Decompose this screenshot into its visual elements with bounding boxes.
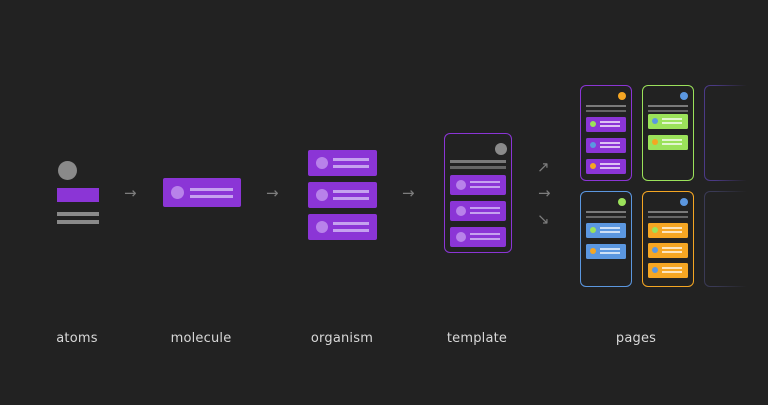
arrow-right-icon: → (266, 184, 279, 202)
arrow-down-right-icon: ↘ (537, 210, 550, 228)
atom-line-top (57, 212, 99, 216)
template-card-line (470, 207, 500, 209)
template-header-line (450, 160, 506, 163)
organism-avatar (316, 221, 328, 233)
label-atoms: atoms (56, 331, 98, 346)
arrow-right-icon: → (124, 184, 137, 202)
page-header-line (586, 216, 626, 218)
organism-avatar (316, 157, 328, 169)
template-card-avatar (456, 232, 466, 242)
page-card (586, 223, 626, 238)
page-card (648, 243, 688, 258)
template-card-line (470, 233, 500, 235)
template-card-line (470, 186, 500, 188)
edge-fade (715, 80, 768, 295)
page-header-line (586, 105, 626, 107)
organism-line (333, 190, 369, 193)
organism-line (333, 229, 369, 232)
organism-line (333, 197, 369, 200)
atom-line-bottom (57, 220, 99, 224)
molecule-card (163, 178, 241, 207)
template-card (450, 227, 506, 247)
organism-line (333, 222, 369, 225)
page-purple (580, 85, 632, 181)
organism-line (333, 165, 369, 168)
page-card (648, 135, 688, 150)
page-header-line (586, 110, 626, 112)
label-organism: organism (310, 331, 374, 346)
page-header-line (648, 105, 688, 107)
organism-avatar (316, 189, 328, 201)
page-card (648, 114, 688, 129)
atom-purple-bar (57, 188, 99, 202)
template-card-line (470, 238, 500, 240)
template-card (450, 201, 506, 221)
page-avatar (618, 92, 626, 100)
molecule-line (190, 195, 233, 198)
page-orange (642, 191, 694, 287)
arrow-up-right-icon: ↗ (537, 158, 550, 176)
page-card (586, 117, 626, 132)
template-header-line (450, 166, 506, 169)
page-card (648, 263, 688, 278)
molecule-avatar (171, 186, 184, 199)
organism-card (308, 150, 377, 176)
page-card (586, 138, 626, 153)
page-avatar (680, 198, 688, 206)
page-card (586, 244, 626, 259)
page-card (586, 159, 626, 174)
page-avatar (618, 198, 626, 206)
label-template: template (446, 331, 508, 346)
page-blue (580, 191, 632, 287)
arrow-right-icon: → (538, 184, 551, 202)
organism-card (308, 182, 377, 208)
template-card (450, 175, 506, 195)
template-card-avatar (456, 206, 466, 216)
page-avatar (680, 92, 688, 100)
template-card-line (470, 212, 500, 214)
template-frame (444, 133, 512, 253)
page-header-line (586, 211, 626, 213)
organism-card (308, 214, 377, 240)
page-header-line (648, 211, 688, 213)
label-molecule: molecule (170, 331, 232, 346)
template-card-line (470, 181, 500, 183)
organism-line (333, 158, 369, 161)
page-header-line (648, 110, 688, 112)
label-pages: pages (615, 331, 657, 346)
arrow-right-icon: → (402, 184, 415, 202)
molecule-line (190, 188, 233, 191)
template-card-avatar (456, 180, 466, 190)
page-green (642, 85, 694, 181)
atom-circle (58, 161, 77, 180)
template-avatar (495, 143, 507, 155)
page-card (648, 223, 688, 238)
page-header-line (648, 216, 688, 218)
